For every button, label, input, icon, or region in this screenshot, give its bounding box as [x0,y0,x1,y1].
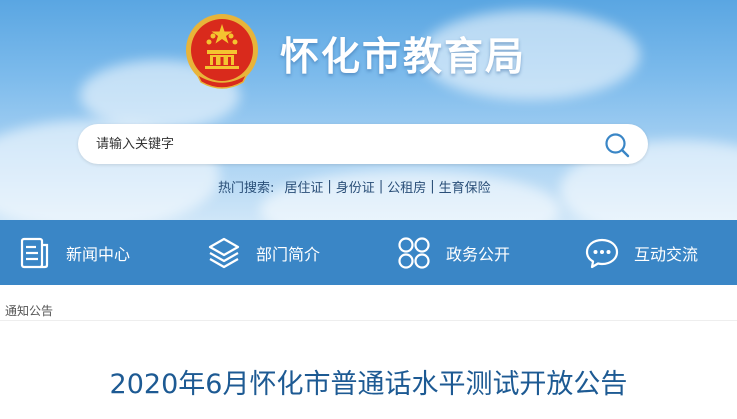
site-title: 怀化市教育局 [280,35,527,80]
nav-item-interaction[interactable]: 互动交流 [584,220,698,285]
nav-item-department[interactable]: 部门简介 [206,220,320,285]
separator: | [378,178,384,194]
search-icon[interactable] [603,131,631,159]
national-emblem-icon [186,14,258,89]
hot-search-link-public-rental[interactable]: 公租房 [387,177,426,196]
nav-item-label: 部门简介 [256,244,321,264]
hot-search-label: 热门搜索: [218,180,275,196]
grid-circles-icon [398,236,430,269]
nav-item-news[interactable]: 新闻中心 [16,220,130,285]
hot-search-link-residence-permit[interactable]: 居住证 [284,177,323,196]
chat-bubble-icon [585,238,619,268]
main-nav: 新闻中心 部门简介 政务公开 互动交流 [0,220,737,285]
search-input[interactable] [96,132,576,156]
nav-item-gov-affairs[interactable]: 政务公开 [396,220,510,285]
header-banner: 怀化市教育局 热门搜索: 居住证 | 身份证 | 公租房 | 生育保险 [0,0,737,220]
separator: | [430,178,435,194]
breadcrumb-link[interactable]: 通知公告 [5,302,53,319]
article-title: 2020年6月怀化市普通话水平测试开放公告 [109,369,628,400]
nav-item-label: 互动交流 [634,244,699,264]
layers-icon [208,237,240,268]
separator: | [327,178,332,194]
nav-item-label: 新闻中心 [66,244,131,264]
nav-item-label: 政务公开 [446,244,511,264]
hot-search-link-id-card[interactable]: 身份证 [336,177,375,196]
hot-search-link-maternity-insurance[interactable]: 生育保险 [439,177,491,196]
hot-search-row: 热门搜索: 居住证 | 身份证 | 公租房 | 生育保险 [218,177,491,196]
news-document-icon [20,237,49,268]
divider [0,320,737,321]
search-box [78,124,648,164]
